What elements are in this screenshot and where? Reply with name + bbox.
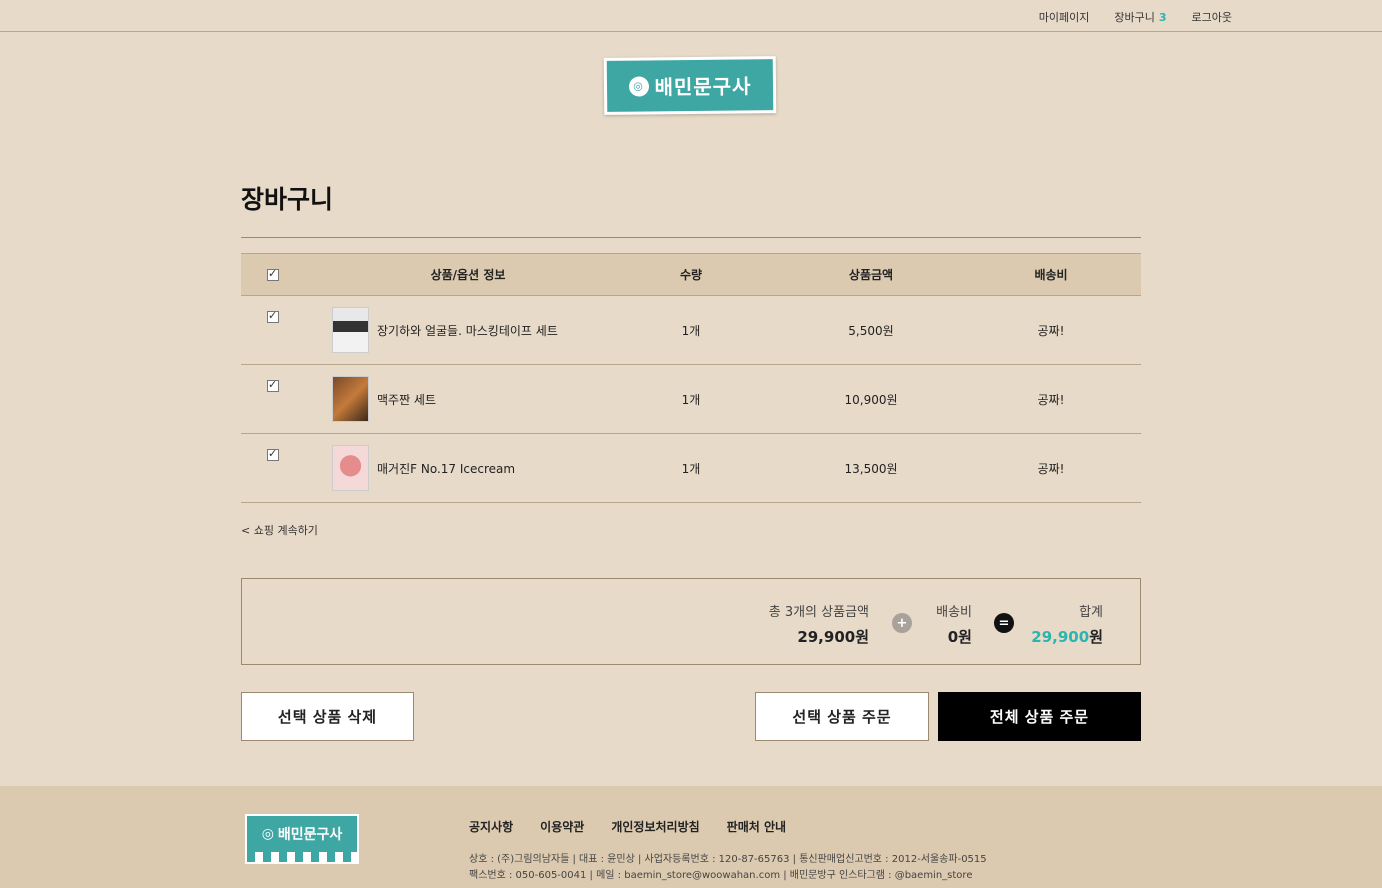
- top-nav: 마이페이지 장바구니 3 로그아웃: [1039, 9, 1232, 25]
- equals-icon: =: [994, 613, 1014, 633]
- product-name[interactable]: 장기하와 얼굴들. 마스킹테이프 세트: [377, 322, 558, 339]
- product-price: 13,500원: [844, 461, 898, 476]
- footer-company-info: 상호 : (주)그림의남자들 | 대표 : 윤민상 | 사업자등록번호 : 12…: [469, 852, 987, 884]
- footer-link-privacy[interactable]: 개인정보처리방침: [611, 818, 699, 835]
- product-thumbnail[interactable]: [332, 445, 369, 491]
- cart-link-label: 장바구니: [1114, 11, 1155, 24]
- row-checkbox[interactable]: [267, 309, 279, 323]
- table-row: 장기하와 얼굴들. 마스킹테이프 세트 1개 5,500원 공짜!: [241, 296, 1141, 365]
- header-ship: 배송비: [1034, 268, 1068, 282]
- footer-link-notice[interactable]: 공지사항: [469, 818, 513, 835]
- footer-info-line: 팩스번호 : 050-605-0041 | 메일 : baemin_store@…: [469, 870, 973, 881]
- order-selected-button[interactable]: 선택 상품 주문: [755, 692, 929, 741]
- product-shipping: 공짜!: [1037, 461, 1065, 476]
- logo-emblem-icon: ◎: [628, 75, 649, 97]
- product-qty: 1개: [681, 323, 701, 338]
- summary-total-label: 합계: [1079, 605, 1103, 620]
- brand-logo[interactable]: ◎ 배민문구사: [603, 56, 777, 115]
- footer-logo[interactable]: ◎ 배민문구사: [245, 814, 359, 864]
- summary-shipping-label: 배송비: [936, 605, 972, 620]
- row-checkbox[interactable]: [267, 378, 279, 392]
- footer-info-line: 상호 : (주)그림의남자들 | 대표 : 윤민상 | 사업자등록번호 : 12…: [469, 854, 987, 865]
- product-shipping: 공짜!: [1037, 392, 1065, 407]
- product-shipping: 공짜!: [1037, 323, 1065, 338]
- product-qty: 1개: [681, 392, 701, 407]
- header-price: 상품금액: [848, 268, 894, 282]
- table-row: 맥주짠 세트 1개 10,900원 공짜!: [241, 365, 1141, 434]
- mypage-link[interactable]: 마이페이지: [1039, 9, 1090, 25]
- page-title: 장바구니: [241, 185, 334, 214]
- delete-selected-button[interactable]: 선택 상품 삭제: [241, 692, 414, 741]
- product-name[interactable]: 매거진F No.17 Icecream: [377, 460, 515, 477]
- footer-logo-emblem-icon: ◎: [261, 826, 274, 842]
- footer-link-stores[interactable]: 판매처 안내: [727, 818, 786, 835]
- summary-total: 합계 29,900원: [1012, 601, 1103, 647]
- order-summary: 총 3개의 상품금액 29,900원 + 배송비 0원 = 합계 29,900원: [241, 578, 1141, 665]
- table-header: 상품/옵션 정보 수량 상품금액 배송비: [241, 253, 1141, 296]
- product-qty: 1개: [681, 461, 701, 476]
- product-thumbnail[interactable]: [332, 307, 369, 353]
- footer-logo-awning: [247, 852, 357, 862]
- summary-items-label: 총 3개의 상품금액: [768, 605, 869, 620]
- footer-logo-text: 배민문구사: [277, 827, 343, 843]
- summary-total-value: 29,900원: [1012, 626, 1103, 647]
- continue-shopping-link[interactable]: < 쇼핑 계속하기: [241, 522, 318, 538]
- header-qty: 수량: [679, 268, 703, 282]
- total-amount: 29,900: [1031, 628, 1090, 646]
- cart-count-badge: 3: [1158, 11, 1167, 24]
- cart-table: 상품/옵션 정보 수량 상품금액 배송비 장기하와 얼굴들. 마스킹테이프 세트…: [241, 253, 1141, 503]
- product-name[interactable]: 맥주짠 세트: [377, 391, 436, 408]
- summary-shipping-value: 0원: [947, 628, 972, 646]
- product-price: 10,900원: [844, 392, 898, 407]
- cart-link[interactable]: 장바구니 3: [1114, 9, 1166, 25]
- row-checkbox[interactable]: [267, 447, 279, 461]
- logo-text: 배민문구사: [654, 74, 752, 100]
- table-row: 매거진F No.17 Icecream 1개 13,500원 공짜!: [241, 434, 1141, 503]
- top-bar: 마이페이지 장바구니 3 로그아웃: [0, 0, 1382, 32]
- footer-link-terms[interactable]: 이용약관: [540, 818, 584, 835]
- logout-link[interactable]: 로그아웃: [1192, 9, 1232, 25]
- title-divider: [241, 237, 1141, 238]
- product-thumbnail[interactable]: [332, 376, 369, 422]
- summary-shipping: 배송비 0원: [902, 601, 972, 647]
- header-info: 상품/옵션 정보: [430, 268, 506, 282]
- order-all-button[interactable]: 전체 상품 주문: [938, 692, 1141, 741]
- footer-links: 공지사항 이용약관 개인정보처리방침 판매처 안내: [469, 818, 786, 835]
- summary-items-value: 29,900원: [797, 628, 869, 646]
- select-all-checkbox[interactable]: [267, 267, 279, 281]
- summary-items: 총 3개의 상품금액 29,900원: [692, 601, 869, 647]
- total-unit: 원: [1089, 628, 1103, 646]
- product-price: 5,500원: [848, 323, 894, 338]
- footer: ◎ 배민문구사 공지사항 이용약관 개인정보처리방침 판매처 안내 상호 : (주…: [0, 786, 1382, 888]
